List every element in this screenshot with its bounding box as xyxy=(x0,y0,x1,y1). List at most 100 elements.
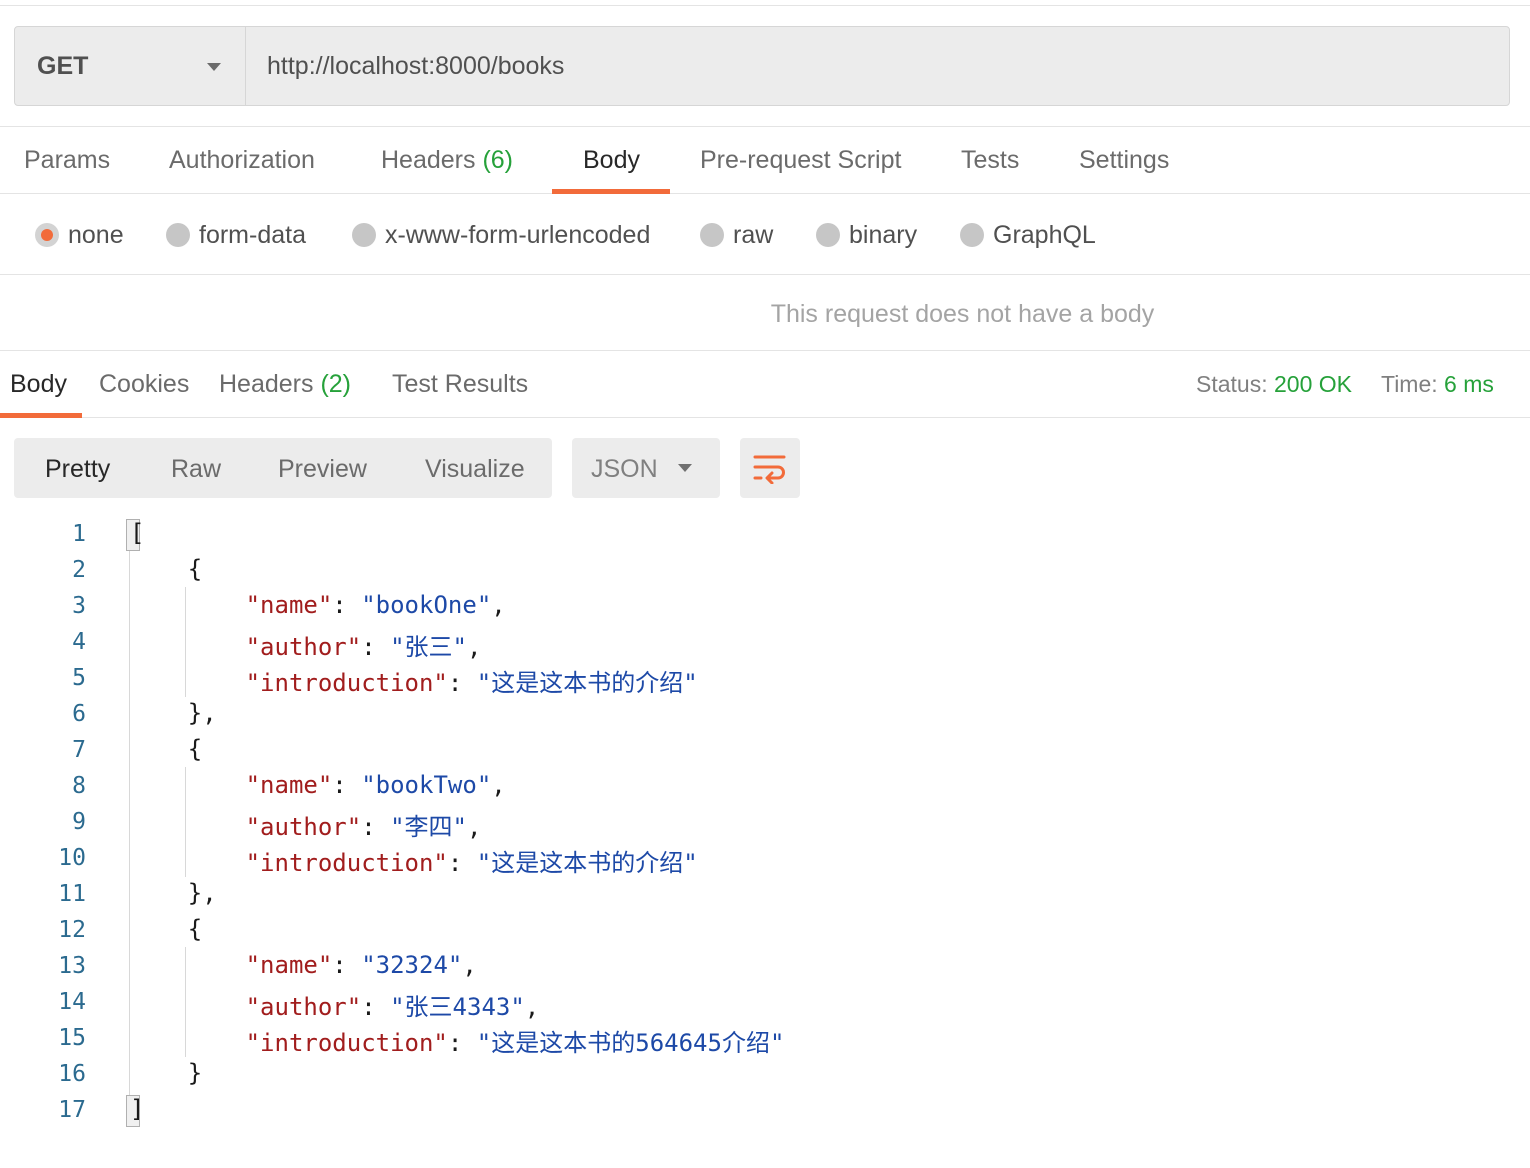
code-line: "author": "李四", xyxy=(245,813,482,841)
radio-icon xyxy=(166,223,190,247)
json-string: "这是这本书的介绍" xyxy=(476,669,698,697)
tab-label: Body xyxy=(10,370,67,398)
request-url-bar: GET http://localhost:8000/books xyxy=(14,26,1510,106)
code-line: { xyxy=(130,915,203,943)
time-label: Time: xyxy=(1381,371,1438,397)
tab-label: Cookies xyxy=(99,370,190,398)
book-introduction: 这是这本书的介绍 xyxy=(491,669,684,697)
line-number: 2 xyxy=(72,557,86,583)
line-number: 14 xyxy=(58,989,86,1015)
method-select[interactable]: GET xyxy=(15,27,246,105)
radio-form-data[interactable]: form-data xyxy=(166,217,306,253)
code-line: "introduction": "这是这本书的介绍" xyxy=(245,849,698,877)
response-time: Time: 6 ms xyxy=(1381,352,1494,416)
line-number: 15 xyxy=(58,1025,86,1051)
json-string: "张三4343" xyxy=(390,993,525,1021)
json-key: "name" xyxy=(245,591,333,619)
view-visualize-button[interactable]: Visualize xyxy=(425,438,525,498)
book-introduction: 这是这本书的介绍 xyxy=(491,849,684,877)
code-line: "name": "bookOne", xyxy=(245,591,506,619)
json-string: "bookOne" xyxy=(361,591,492,619)
url-input[interactable]: http://localhost:8000/books xyxy=(246,27,1509,105)
line-number: 12 xyxy=(58,917,86,943)
line-number: 13 xyxy=(58,953,86,979)
response-tab-cookies[interactable]: Cookies xyxy=(99,352,189,416)
tab-params[interactable]: Params xyxy=(24,127,110,193)
radio-binary[interactable]: binary xyxy=(816,217,917,253)
tab-tests[interactable]: Tests xyxy=(961,127,1019,193)
radio-x-www-form-urlencoded[interactable]: x-www-form-urlencoded xyxy=(352,217,650,253)
response-tab-body[interactable]: Body xyxy=(10,352,67,416)
tab-headers[interactable]: Headers (6) xyxy=(381,127,513,193)
code-line: { xyxy=(130,555,203,583)
time-value: 6 ms xyxy=(1444,371,1494,397)
code-line: [ xyxy=(130,519,145,547)
code-line: "introduction": "这是这本书的564645介绍" xyxy=(245,1029,785,1057)
radio-graphql[interactable]: GraphQL xyxy=(960,217,1096,253)
code-line: "introduction": "这是这本书的介绍" xyxy=(245,669,698,697)
code-line: }, xyxy=(130,699,217,727)
json-key: "introduction" xyxy=(245,669,448,697)
line-number: 1 xyxy=(72,521,86,547)
active-response-tab-indicator xyxy=(0,413,82,418)
chevron-down-icon xyxy=(207,63,221,71)
format-select[interactable]: JSON xyxy=(572,438,720,498)
book-name: bookTwo xyxy=(375,771,477,799)
code-line: "author": "张三", xyxy=(245,633,482,661)
book-author: 张三4343 xyxy=(404,993,511,1021)
chevron-down-icon xyxy=(678,464,692,472)
book-author: 李四 xyxy=(404,813,453,841)
line-number: 9 xyxy=(72,809,86,835)
tab-pre-request-script[interactable]: Pre-request Script xyxy=(700,127,901,193)
json-string: "bookTwo" xyxy=(361,771,492,799)
response-body-viewer[interactable]: 1 2 3 4 5 6 7 8 9 10 11 12 13 14 15 16 1… xyxy=(0,517,1530,1147)
response-tab-headers[interactable]: Headers (2) xyxy=(219,352,351,416)
view-preview-button[interactable]: Preview xyxy=(278,438,367,498)
tab-settings[interactable]: Settings xyxy=(1079,127,1169,193)
radio-icon xyxy=(960,223,984,247)
book-name: 32324 xyxy=(375,951,448,979)
view-raw-button[interactable]: Raw xyxy=(171,438,221,498)
radio-label: form-data xyxy=(199,220,306,249)
tab-label: Pre-request Script xyxy=(700,146,902,174)
line-number: 11 xyxy=(58,881,86,907)
wrap-lines-button[interactable] xyxy=(740,438,800,498)
method-label: GET xyxy=(37,51,89,80)
tab-authorization[interactable]: Authorization xyxy=(169,127,315,193)
active-tab-indicator xyxy=(552,189,670,194)
json-string: "张三" xyxy=(390,633,467,661)
tab-label: Headers xyxy=(381,146,476,174)
json-string: "李四" xyxy=(390,813,467,841)
tab-label: Settings xyxy=(1079,146,1170,174)
wrap-lines-icon xyxy=(753,455,786,484)
line-number: 3 xyxy=(72,593,86,619)
radio-none[interactable]: none xyxy=(35,217,124,253)
code-line: } xyxy=(130,1059,203,1087)
response-tabs: Body Cookies Headers (2) Test Results St… xyxy=(0,352,1530,418)
tab-label: Headers xyxy=(219,370,314,398)
line-number: 10 xyxy=(58,845,86,871)
top-divider xyxy=(0,5,1530,6)
tab-label: Test Results xyxy=(392,370,529,398)
json-string: "这是这本书的564645介绍" xyxy=(476,1029,785,1057)
json-key: "author" xyxy=(245,813,362,841)
response-tab-test-results[interactable]: Test Results xyxy=(392,352,528,416)
radio-label: GraphQL xyxy=(993,220,1096,249)
body-type-options: none form-data x-www-form-urlencoded raw… xyxy=(0,195,1530,275)
tab-body[interactable]: Body xyxy=(583,127,640,193)
view-mode-segmented-control: Pretty Raw Preview Visualize xyxy=(14,438,552,498)
json-key: "author" xyxy=(245,993,362,1021)
code-line: { xyxy=(130,735,203,763)
radio-icon xyxy=(352,223,376,247)
radio-raw[interactable]: raw xyxy=(700,217,773,253)
response-headers-count-badge: (2) xyxy=(320,370,352,398)
code-line: ] xyxy=(130,1095,145,1123)
code-line: }, xyxy=(130,879,217,907)
tab-label: Authorization xyxy=(169,146,315,174)
format-label: JSON xyxy=(591,455,658,483)
radio-icon xyxy=(700,223,724,247)
json-string: "这是这本书的介绍" xyxy=(476,849,698,877)
json-key: "name" xyxy=(245,951,333,979)
view-pretty-button[interactable]: Pretty xyxy=(45,438,110,498)
radio-selected-icon xyxy=(35,223,59,247)
